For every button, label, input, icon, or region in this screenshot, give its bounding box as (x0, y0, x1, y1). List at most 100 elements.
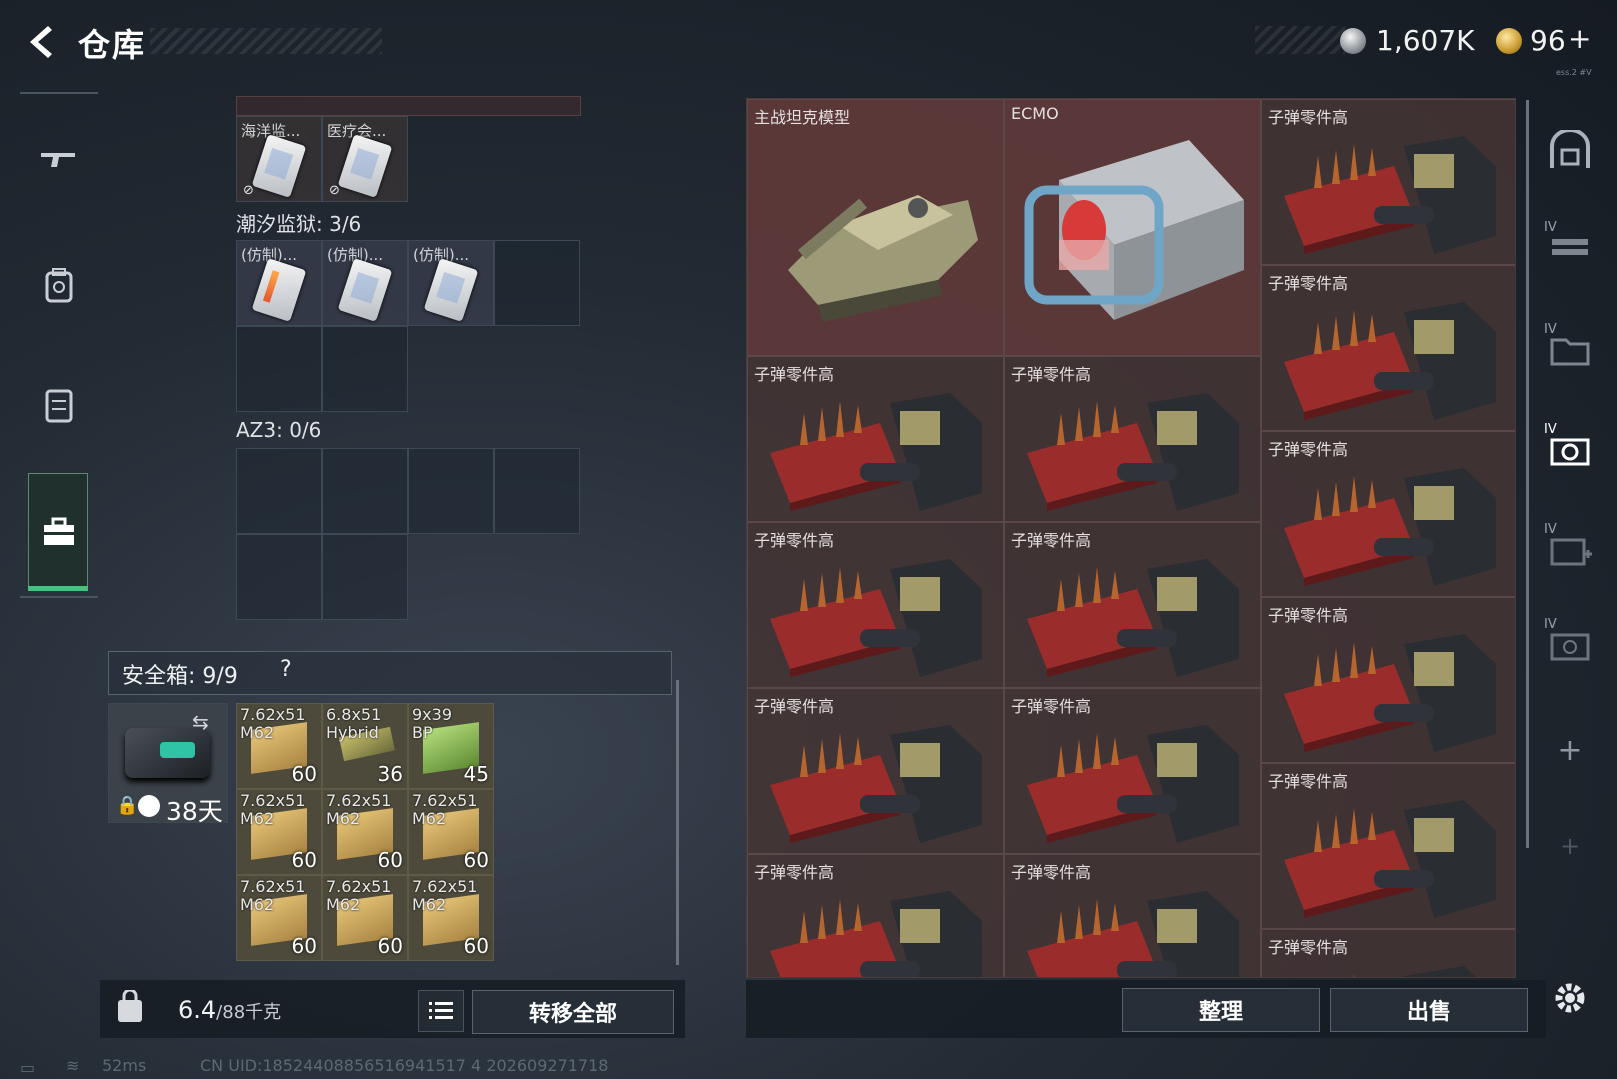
version-tag: ess.2 #V (1556, 68, 1592, 77)
ammo-name: 7.62x51 M62 (412, 877, 478, 914)
container-slot[interactable]: (仿制)... (408, 240, 494, 326)
list-view-button[interactable] (418, 990, 464, 1032)
tier-tag: IV (1544, 522, 1557, 537)
item-label: 子弹零件高 (754, 697, 835, 716)
bullet-parts-icon (1284, 634, 1496, 752)
settings-gear-icon[interactable] (1540, 968, 1600, 1028)
vest-icon[interactable] (20, 355, 98, 455)
container-slot[interactable]: (仿制)... (236, 240, 322, 326)
right-scrollbar[interactable] (1526, 100, 1529, 848)
container-row-partial (236, 96, 581, 116)
bullet-parts-item[interactable]: 子弹零件高 (747, 688, 1004, 854)
item-label: 主战坦克模型 (754, 108, 851, 127)
backpack-icon[interactable] (20, 235, 98, 335)
empty-slot[interactable] (408, 448, 494, 534)
empty-slot[interactable] (494, 240, 580, 326)
plus-dim-icon: + (1559, 832, 1581, 860)
container-slot[interactable]: 医疗会... ⊘ (322, 116, 408, 202)
toolbox-icon[interactable] (20, 482, 98, 582)
sort-button[interactable]: 整理 (1122, 988, 1320, 1032)
nav-active-indicator (28, 586, 88, 591)
weight-current: 6.4 (178, 996, 217, 1024)
left-scrollbar[interactable] (676, 680, 679, 965)
help-icon[interactable]: ? (280, 657, 292, 682)
empty-slot[interactable] (322, 448, 408, 534)
ammo-name: 9x39 BP (412, 705, 453, 742)
ammo-slot[interactable]: 7.62x51 M62 60 (322, 789, 408, 875)
tier-tag: IV (1544, 322, 1557, 337)
folder-icon[interactable]: IV (1540, 320, 1600, 380)
bullet-parts-item[interactable]: 子弹零件高 (1004, 356, 1261, 522)
empty-slot[interactable] (236, 326, 322, 412)
weapon-icon[interactable] (20, 110, 98, 210)
ammo-slot[interactable]: 7.62x51 M62 60 (408, 789, 494, 875)
empty-slot[interactable] (236, 448, 322, 534)
ammo-slot[interactable]: 7.62x51 M62 60 (236, 703, 322, 789)
bullet-parts-item[interactable]: 子弹零件高 (1261, 265, 1515, 431)
ecmo-icon (1024, 140, 1244, 320)
bullet-parts-item[interactable]: 子弹零件高 (1261, 763, 1515, 929)
plus-icon[interactable]: + (1540, 720, 1600, 780)
camera-plus-icon[interactable]: IV (1540, 520, 1600, 580)
ammo-name: 7.62x51 M62 (326, 877, 392, 914)
silver-currency-value[interactable]: 1,607K (1376, 24, 1475, 57)
empty-slot[interactable] (494, 448, 580, 534)
ecmo-item[interactable]: ECMO (1004, 99, 1261, 356)
bullet-parts-item[interactable]: 子弹零件高 (1004, 522, 1261, 688)
ammo-count: 60 (377, 848, 403, 872)
keycard-icon (337, 258, 393, 322)
camera-small-icon[interactable]: IV (1540, 615, 1600, 675)
container-slot[interactable]: 海洋监... ⊘ (236, 116, 322, 202)
camera-icon[interactable]: IV (1540, 420, 1600, 480)
bullet-parts-item[interactable]: 子弹零件高 (1261, 597, 1515, 763)
bullet-parts-icon (1027, 393, 1239, 511)
bullet-parts-item[interactable]: 子弹零件高 (1004, 688, 1261, 854)
currency-decoration (1255, 26, 1345, 54)
safe-icon[interactable] (1540, 120, 1600, 180)
ammo-slot[interactable]: 6.8x51 Hybrid 36 (322, 703, 408, 789)
empty-slot[interactable] (236, 534, 322, 620)
list-icon (429, 1002, 453, 1019)
bullet-parts-item[interactable]: 子弹零件高 (747, 356, 1004, 522)
bullet-parts-item[interactable]: 子弹零件高 (1261, 99, 1515, 265)
ammo-name: 7.62x51 M62 (240, 791, 306, 828)
bullet-parts-icon (770, 559, 982, 677)
ammo-count: 60 (463, 934, 489, 958)
ammo-slot[interactable]: 7.62x51 M62 60 (408, 875, 494, 961)
tier-tag: IV (1544, 617, 1557, 632)
item-label: 子弹零件高 (1268, 108, 1349, 127)
bullet-parts-icon (1284, 468, 1496, 586)
back-arrow-icon[interactable] (20, 22, 60, 62)
ammo-slot[interactable]: 9x39 BP 45 (408, 703, 494, 789)
swap-icon[interactable]: ⇆ (192, 710, 209, 734)
rack-icon[interactable]: IV (1540, 218, 1600, 278)
ammo-count: 36 (377, 762, 403, 786)
ammo-slot[interactable]: 7.62x51 M62 60 (236, 789, 322, 875)
gold-currency-value[interactable]: 96 (1530, 24, 1566, 57)
empty-slot[interactable] (322, 534, 408, 620)
ammo-name: 7.62x51 M62 (240, 705, 306, 742)
bullet-parts-item[interactable]: 子弹零件高 (1261, 929, 1515, 977)
container-slot[interactable]: (仿制)... (322, 240, 408, 326)
ammo-count: 60 (463, 848, 489, 872)
bullet-parts-icon (1284, 800, 1496, 918)
storage-grid: 主战坦克模型 ECMO 子弹零件高 子弹零件高 子弹零件高 子弹零件高 子弹零件高 子弹零… (746, 98, 1516, 978)
bullet-parts-item[interactable]: 子弹零件高 (1261, 431, 1515, 597)
clock-icon (138, 795, 160, 817)
broken-icon: ⊘ (243, 183, 254, 198)
lock-icon: 🔒 (116, 795, 139, 816)
bullet-parts-item[interactable]: 子弹零件高 (747, 854, 1004, 977)
tank-model-item[interactable]: 主战坦克模型 (747, 99, 1004, 356)
ammo-slot[interactable]: 7.62x51 M62 60 (322, 875, 408, 961)
add-currency-button[interactable]: + (1568, 22, 1591, 55)
ping-value: 52ms (102, 1056, 147, 1075)
sell-button[interactable]: 出售 (1330, 988, 1528, 1032)
ammo-slot[interactable]: 7.62x51 M62 60 (236, 875, 322, 961)
transfer-all-button[interactable]: 转移全部 (472, 990, 674, 1034)
bullet-parts-icon (1027, 891, 1239, 977)
empty-slot[interactable] (322, 326, 408, 412)
item-label: 子弹零件高 (1011, 365, 1092, 384)
bullet-parts-item[interactable]: 子弹零件高 (747, 522, 1004, 688)
bullet-parts-icon (1284, 302, 1496, 420)
bullet-parts-item[interactable]: 子弹零件高 (1004, 854, 1261, 977)
